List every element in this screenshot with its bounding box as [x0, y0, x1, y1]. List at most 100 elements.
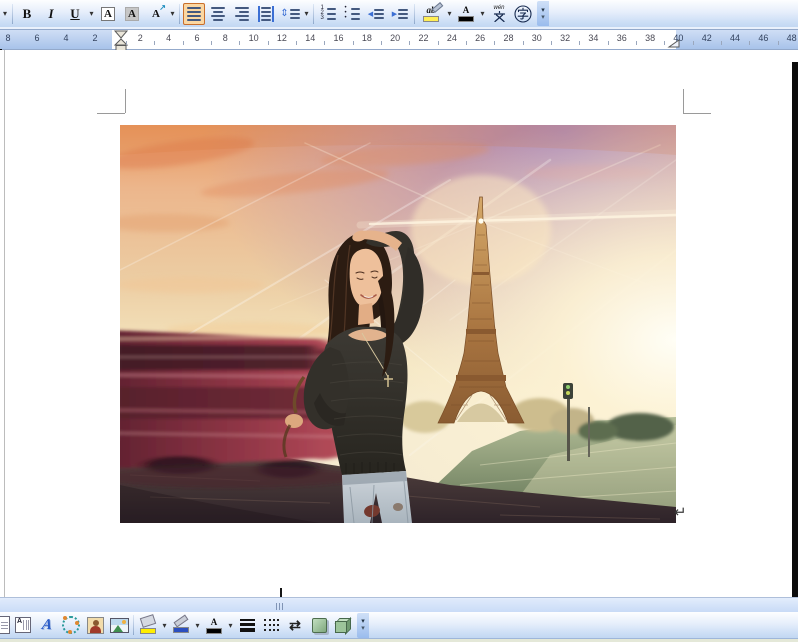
- font-color-button[interactable]: A: [455, 3, 477, 25]
- bullets-button[interactable]: • • •: [341, 3, 363, 25]
- font-size-dropdown-arrow-partial[interactable]: [0, 3, 10, 25]
- ruler-number: 38: [645, 33, 656, 43]
- decrease-indent-button[interactable]: ◀: [365, 3, 387, 25]
- fill-color-button[interactable]: [137, 614, 159, 636]
- line-spacing-dropdown-arrow[interactable]: [302, 3, 311, 25]
- ruler-tick: [437, 41, 439, 45]
- bold-label: B: [22, 5, 32, 21]
- ruler-number: 46: [758, 33, 769, 43]
- numbering-button[interactable]: 1 2 3: [317, 3, 339, 25]
- text-box-button-partial[interactable]: [0, 614, 10, 636]
- ruler-tick: [522, 41, 524, 45]
- ruler-number: 18: [361, 33, 372, 43]
- word-application-window: B I U A A A ↗ ⇕ 1: [0, 0, 798, 642]
- wordart-icon: A: [40, 616, 54, 633]
- drawing-font-color-button[interactable]: A: [203, 614, 225, 636]
- center-icon: [211, 6, 225, 22]
- increase-indent-button[interactable]: ▶: [389, 3, 411, 25]
- toolbar-separator: [414, 3, 415, 24]
- character-scaling-button[interactable]: A ↗: [145, 3, 167, 25]
- highlight-dropdown-arrow[interactable]: [445, 3, 454, 25]
- increase-indent-lines-icon: [398, 8, 409, 20]
- ruler-row: 8 6 4 2 2 4 6 8 10 12 14 16 18 20 22 24 26 28 30 32 34 36 38 40…: [0, 27, 798, 57]
- decrease-indent-lines-icon: [374, 8, 385, 20]
- threed-style-icon: [334, 617, 352, 635]
- ruler-number: 6: [194, 33, 200, 43]
- text-box-icon: [0, 616, 10, 634]
- ruler-number: 20: [390, 33, 401, 43]
- font-color-icon: A: [458, 5, 474, 22]
- ruler-number: 8: [5, 33, 11, 43]
- bullets-icon: • • •: [345, 5, 360, 21]
- toolbar-separator: [179, 3, 180, 24]
- decrease-indent-arrow-icon: ◀: [367, 10, 374, 18]
- font-color-dropdown-arrow[interactable]: [478, 3, 487, 25]
- drawing-toolbar: A A ▾ ▾ A ▾ ⇄ ▾ ▾: [0, 612, 798, 639]
- document-area[interactable]: ↵: [0, 50, 798, 597]
- ruler-tick: [154, 41, 156, 45]
- text-cursor: [280, 588, 282, 597]
- ruler-number: 10: [248, 33, 259, 43]
- ruler-tick: [664, 41, 666, 45]
- center-button[interactable]: [207, 3, 229, 25]
- ruler-number: 32: [560, 33, 571, 43]
- line-spacing-button[interactable]: ⇕: [279, 3, 301, 25]
- ruler-number: 22: [418, 33, 429, 43]
- character-scaling-dropdown-arrow[interactable]: [168, 3, 177, 25]
- fill-color-icon: [139, 614, 157, 634]
- ruler-number: 16: [333, 33, 344, 43]
- clip-art-button[interactable]: [84, 614, 106, 636]
- ruler-tick: [381, 41, 383, 45]
- ruler-number: 48: [786, 33, 797, 43]
- ruler-tick: [635, 41, 637, 45]
- scrollbar-grip-icon: [276, 603, 283, 610]
- ruler-tick: [494, 41, 496, 45]
- underline-dropdown-arrow[interactable]: [87, 3, 96, 25]
- drawing-font-color-dropdown-arrow[interactable]: [226, 614, 235, 636]
- insert-picture-icon: [109, 617, 129, 633]
- toolbar-separator: [12, 3, 13, 24]
- distributed-button[interactable]: [255, 3, 277, 25]
- highlight-button[interactable]: ab: [418, 1, 444, 25]
- arrow-style-button[interactable]: ⇄: [284, 614, 306, 636]
- ruler-number: 2: [92, 33, 98, 43]
- italic-button[interactable]: I: [40, 3, 62, 25]
- arrow-style-icon: ⇄: [289, 617, 301, 633]
- document-picture[interactable]: [120, 125, 676, 523]
- underline-button[interactable]: U: [64, 3, 86, 25]
- enclose-characters-icon: [514, 4, 532, 23]
- character-shading-button[interactable]: A: [121, 3, 143, 25]
- bold-button[interactable]: B: [16, 3, 38, 25]
- align-right-button[interactable]: [231, 3, 253, 25]
- numbering-icon: 1 2 3: [321, 5, 336, 21]
- ruler-bar[interactable]: 8 6 4 2 2 4 6 8 10 12 14 16 18 20 22 24 26 28 30 32 34 36 38 40…: [0, 29, 798, 51]
- line-color-button[interactable]: [170, 614, 192, 636]
- drawing-toolbar-options-button[interactable]: [357, 612, 369, 638]
- fill-color-dropdown-arrow[interactable]: [160, 614, 169, 636]
- ruler-number: 44: [730, 33, 741, 43]
- scaling-arrow-icon: ↗: [159, 2, 166, 12]
- underline-label: U: [70, 5, 80, 21]
- toolbar-options-button[interactable]: [537, 1, 549, 26]
- vertical-text-box-button[interactable]: A: [12, 614, 34, 636]
- line-color-dropdown-arrow[interactable]: [193, 614, 202, 636]
- distributed-icon: [258, 5, 274, 22]
- scrollbar-thumb[interactable]: [0, 599, 560, 612]
- dash-style-button[interactable]: [260, 614, 282, 636]
- shadow-style-icon: [311, 617, 327, 633]
- ruler-number: 14: [305, 33, 316, 43]
- threed-style-button[interactable]: [332, 614, 354, 636]
- justify-button[interactable]: [183, 2, 205, 25]
- ruler-number: 4: [63, 33, 69, 43]
- character-border-button[interactable]: A: [97, 3, 119, 25]
- shadow-style-button[interactable]: [308, 614, 330, 636]
- horizontal-scrollbar[interactable]: [0, 597, 798, 613]
- diagram-button[interactable]: [60, 614, 82, 636]
- line-style-button[interactable]: [236, 614, 258, 636]
- insert-picture-button[interactable]: [108, 614, 130, 636]
- wordart-button[interactable]: A: [36, 614, 58, 636]
- clip-art-icon: [86, 616, 104, 634]
- phonetic-guide-button[interactable]: wén: [488, 3, 510, 25]
- ruler-tick: [126, 41, 128, 45]
- enclose-characters-button[interactable]: [512, 3, 534, 25]
